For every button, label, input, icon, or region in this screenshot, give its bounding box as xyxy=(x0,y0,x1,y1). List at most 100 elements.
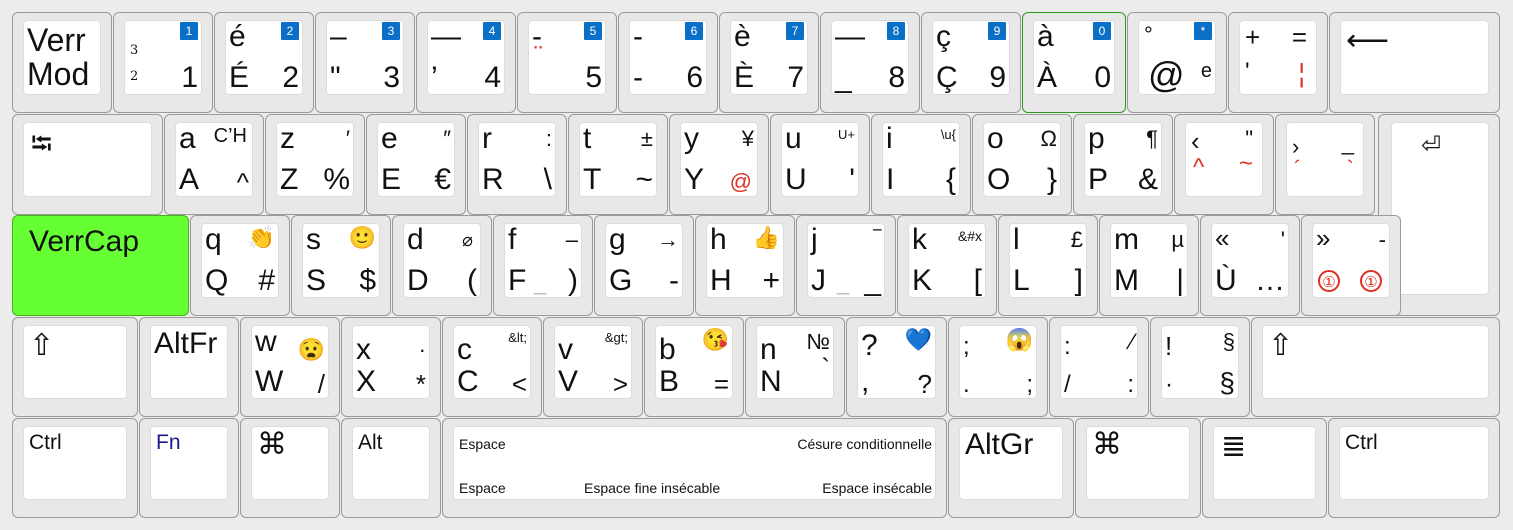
key-9[interactable]: 9 ç Ç 9 xyxy=(921,12,1021,113)
key-legend-ll: I xyxy=(886,163,895,196)
key-legend-ll: Ù xyxy=(1215,264,1237,297)
key-legend-lr: ` xyxy=(1346,156,1354,181)
key-g[interactable]: g → G - xyxy=(594,215,694,316)
key-legend-ul: à xyxy=(1037,20,1054,53)
key-legend-ur: ± xyxy=(640,126,653,151)
key-d[interactable]: d ⌀ D ( xyxy=(392,215,492,316)
key-right-cmd[interactable]: ⌘ xyxy=(1075,418,1201,518)
key-legend-ul: j xyxy=(811,223,818,256)
key-legend-lr: ? xyxy=(917,369,932,399)
key-4[interactable]: 4 — ’ 4 xyxy=(416,12,516,113)
key-n[interactable]: n № N ` xyxy=(745,317,845,417)
key-y[interactable]: y ¥ Y @ xyxy=(669,114,769,215)
key-f[interactable]: f – F _ ) xyxy=(493,215,593,316)
key-left-shift[interactable]: ⇧ xyxy=(12,317,138,417)
key-p[interactable]: p ¶ P & xyxy=(1073,114,1173,215)
key-legend-lr: 4 xyxy=(484,61,501,94)
key-legend-ur: £ xyxy=(1070,227,1083,252)
key-k[interactable]: k &#x K [ xyxy=(897,215,997,316)
key-legend-ul: ç xyxy=(936,20,951,53)
key-right-shift[interactable]: ⇧ xyxy=(1251,317,1500,417)
menu-icon: ≣ xyxy=(1221,430,1247,463)
key-space[interactable]: Espace Césure conditionnelle Espace Espa… xyxy=(442,418,947,518)
key-left-ctrl[interactable]: Ctrl xyxy=(12,418,138,518)
command-icon: ⌘ xyxy=(1092,428,1122,461)
key-verr-mod[interactable]: Verr Mod xyxy=(12,12,112,113)
key-legend-lr: ~ xyxy=(1238,150,1253,177)
key-exclam[interactable]: ! § · § xyxy=(1150,317,1250,417)
key-plus[interactable]: + = ' ¦ xyxy=(1228,12,1328,113)
key-u[interactable]: u U+ U ' xyxy=(770,114,870,215)
key-s[interactable]: s 🙂 S $ xyxy=(291,215,391,316)
key-backspace[interactable]: ⟵ xyxy=(1329,12,1500,113)
key-legend-lr: … xyxy=(1255,264,1285,297)
key-legend-lr: \ xyxy=(543,163,552,196)
key-legend-ul: u xyxy=(785,122,802,155)
key-l[interactable]: l £ L ] xyxy=(998,215,1098,316)
key-legend-ul: + xyxy=(1245,22,1261,52)
key-1[interactable]: 1 3 2 1 xyxy=(113,12,213,113)
key-altfr[interactable]: AltFr xyxy=(139,317,239,417)
key-r[interactable]: r : R \ xyxy=(467,114,567,215)
key-v[interactable]: v &gt; V > xyxy=(543,317,643,417)
key-fn[interactable]: Fn xyxy=(139,418,239,518)
key-3[interactable]: 3 – " 3 xyxy=(315,12,415,113)
key-legend-ur: ′ xyxy=(345,126,350,151)
key-e[interactable]: e ″ E € xyxy=(366,114,466,215)
key-degree[interactable]: * ° @ e xyxy=(1127,12,1227,113)
key-legend-ll: D xyxy=(407,264,429,297)
key-legend-lr: * xyxy=(415,369,426,399)
key-legend-lr: $ xyxy=(359,264,376,297)
key-i[interactable]: i \u{ I { xyxy=(871,114,971,215)
key-a[interactable]: a C’H A ^ xyxy=(164,114,264,215)
key-alt[interactable]: Alt xyxy=(341,418,441,518)
key-legend-ll: _ xyxy=(835,61,852,94)
key-z[interactable]: z ′ Z % xyxy=(265,114,365,215)
key-0[interactable]: 0 à À 0 xyxy=(1022,12,1126,113)
key-label-top: Verr xyxy=(27,22,86,58)
key-legend-nbsp: _ xyxy=(534,270,547,295)
key-legend-ll: Z xyxy=(280,163,299,196)
key-c[interactable]: c &lt; C < xyxy=(442,317,542,417)
key-x[interactable]: x · X * xyxy=(341,317,441,417)
key-q[interactable]: q 👏 Q # xyxy=(190,215,290,316)
key-angle-right[interactable]: › _ ´ ` xyxy=(1275,114,1375,215)
key-legend-ur: &lt; xyxy=(508,330,527,345)
key-legend-ur: &gt; xyxy=(604,330,628,345)
key-verr-cap[interactable]: VerrCap xyxy=(12,215,189,316)
command-icon: ⌘ xyxy=(257,428,287,461)
key-menu[interactable]: ≣ xyxy=(1202,418,1327,518)
key-tab[interactable]: ⭾ xyxy=(12,114,163,215)
key-o[interactable]: o Ω O } xyxy=(972,114,1072,215)
badge: 8 xyxy=(887,22,905,40)
key-b[interactable]: b 😘 B = xyxy=(644,317,744,417)
key-right-ctrl[interactable]: Ctrl xyxy=(1328,418,1500,518)
key-2[interactable]: 2 é É 2 xyxy=(214,12,314,113)
key-legend-lr: 2 xyxy=(282,61,299,94)
key-legend-ur: U+ xyxy=(838,127,855,142)
key-8[interactable]: 8 — _ 8 xyxy=(820,12,920,113)
key-altgr[interactable]: AltGr xyxy=(948,418,1074,518)
key-t[interactable]: t ± T ~ xyxy=(568,114,668,215)
key-left-cmd[interactable]: ⌘ xyxy=(240,418,340,518)
key-legend-ll: - xyxy=(633,61,643,94)
key-m[interactable]: m µ M | xyxy=(1099,215,1199,316)
key-angle-left[interactable]: ‹ " ^ ~ xyxy=(1174,114,1274,215)
key-colon[interactable]: : ⁄ / : xyxy=(1049,317,1149,417)
key-question[interactable]: ? 💙 , ? xyxy=(846,317,947,417)
key-legend-ul: — xyxy=(835,20,865,53)
key-7[interactable]: 7 è È 7 xyxy=(719,12,819,113)
key-legend-ul: ‹ xyxy=(1191,126,1200,156)
key-legend-ll: S xyxy=(306,264,327,297)
key-w[interactable]: w 😧 W / xyxy=(240,317,340,417)
key-6[interactable]: 6 - - 6 xyxy=(618,12,718,113)
key-legend-ur: ⌀ xyxy=(462,230,473,250)
key-guillemet-left[interactable]: « ' Ù … xyxy=(1200,215,1300,316)
key-5[interactable]: 5 - ¨ 5 xyxy=(517,12,617,113)
key-h[interactable]: h 👍 H + xyxy=(695,215,795,316)
key-semicolon[interactable]: ; 😱 . ; xyxy=(948,317,1048,417)
key-j[interactable]: j ‾ J _ _ xyxy=(796,215,896,316)
key-guillemet-right[interactable]: » - ① ① xyxy=(1301,215,1401,316)
kiss-emoji-icon: 😘 xyxy=(701,327,729,352)
key-legend-lr: ' xyxy=(849,163,855,196)
